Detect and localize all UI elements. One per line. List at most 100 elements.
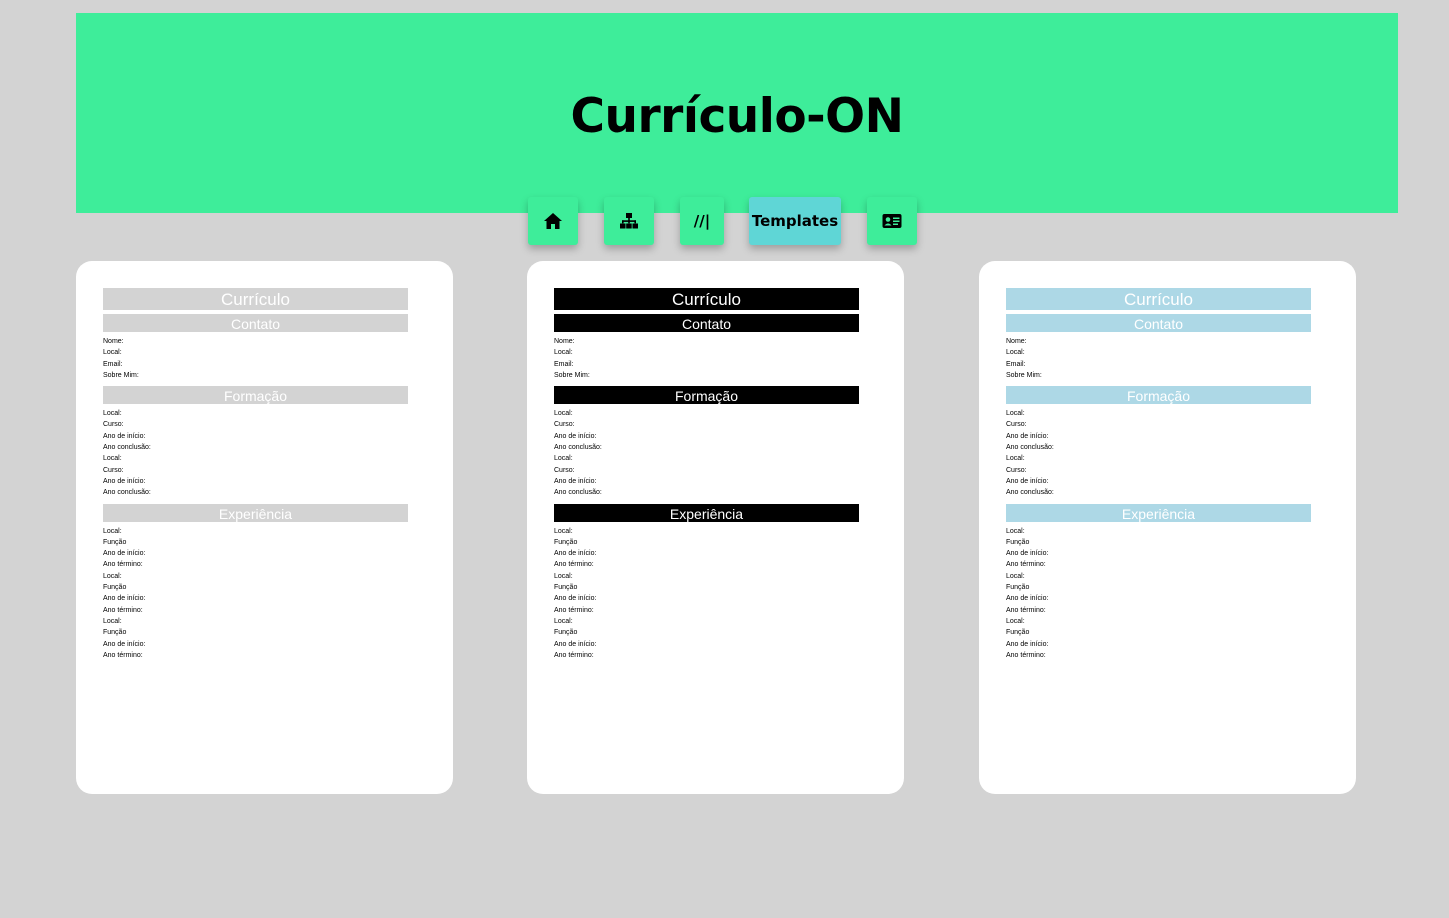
field-label: Função (1006, 538, 1030, 546)
field-label: Função (1006, 629, 1030, 637)
field-label: Ano de início: (554, 432, 597, 440)
home-button[interactable] (528, 197, 578, 245)
field-label: Local: (103, 455, 122, 463)
field-label: Nome: (1006, 338, 1027, 345)
contact-heading: Contato (1006, 314, 1311, 332)
field-label: Local: (1006, 455, 1025, 463)
contact-heading: Contato (554, 314, 859, 332)
page-title: Currículo-ON (570, 89, 904, 144)
field-label: Função (103, 584, 127, 592)
id-card-icon (882, 214, 902, 228)
field-label: Local: (1006, 527, 1025, 535)
field-label: Ano de início: (554, 477, 597, 485)
education-heading: Formação (1006, 386, 1311, 405)
sitemap-button[interactable] (604, 197, 654, 245)
field-label: Curso: (1006, 466, 1027, 474)
field-label: Curso: (103, 421, 124, 429)
field-label: Função (103, 538, 127, 546)
field-label: Ano de início: (554, 550, 597, 558)
field-label: Sobre Mim: (103, 371, 139, 379)
field-label: Local: (1006, 410, 1025, 418)
field-label: Ano término: (554, 651, 594, 659)
field-label: Ano término: (1006, 606, 1046, 614)
resume-preview: Currículo Contato Nome: Local: Email: Sobre M… (554, 288, 859, 661)
resume-title-bar: Currículo (103, 288, 408, 310)
template-card-gray[interactable]: Currículo Contato Nome: Local: Email: Sobre M… (76, 261, 453, 794)
field-label: Ano de início: (103, 432, 146, 440)
field-label: Ano de início: (1006, 595, 1049, 603)
field-label: Função (103, 629, 127, 637)
field-label: Ano conclusão: (554, 489, 602, 497)
slashes-label: //| (693, 212, 711, 230)
field-label: Curso: (554, 466, 575, 474)
field-label: Sobre Mim: (554, 371, 590, 379)
field-label: Nome: (103, 338, 124, 345)
field-label: Ano término: (103, 606, 143, 614)
field-label: Ano de início: (1006, 640, 1049, 648)
field-label: Local: (554, 455, 573, 463)
field-label: Local: (103, 527, 122, 535)
field-label: Local: (1006, 572, 1025, 580)
field-label: Função (554, 584, 578, 592)
field-label: Ano de início: (1006, 432, 1049, 440)
contact-heading: Contato (103, 314, 408, 332)
field-label: Email: (103, 360, 123, 368)
education-fields: Local: Curso: Ano de início: Ano conclusão:… (103, 408, 408, 498)
field-label: Local: (554, 410, 573, 418)
slashes-button[interactable]: //| (680, 197, 724, 245)
field-label: Local: (1006, 617, 1025, 625)
field-label: Ano término: (103, 651, 143, 659)
field-label: Local: (103, 349, 122, 357)
resume-title-bar: Currículo (554, 288, 859, 310)
field-label: Ano término: (1006, 651, 1046, 659)
field-label: Sobre Mim: (1006, 371, 1042, 379)
experience-fields: Local: Função Ano de início: Ano término: Lo… (554, 526, 859, 662)
field-label: Ano de início: (554, 640, 597, 648)
contact-fields: Nome: Local: Email: Sobre Mim: (1006, 336, 1311, 381)
field-label: Local: (103, 572, 122, 580)
education-heading: Formação (554, 386, 859, 405)
field-label: Curso: (103, 466, 124, 474)
experience-heading: Experiência (554, 503, 859, 522)
templates-label: Templates (751, 212, 839, 230)
field-label: Curso: (554, 421, 575, 429)
field-label: Ano de início: (103, 595, 146, 603)
experience-heading: Experiência (1006, 503, 1311, 522)
experience-heading: Experiência (103, 503, 408, 522)
field-label: Local: (554, 572, 573, 580)
field-label: Email: (554, 360, 574, 368)
experience-fields: Local: Função Ano de início: Ano término: Lo… (103, 526, 408, 662)
field-label: Ano de início: (1006, 550, 1049, 558)
home-icon (544, 213, 562, 229)
field-label: Ano conclusão: (554, 444, 602, 452)
field-label: Ano de início: (103, 477, 146, 485)
field-label: Nome: (554, 338, 575, 345)
field-label: Função (1006, 584, 1030, 592)
field-label: Ano de início: (1006, 477, 1049, 485)
field-label: Função (554, 629, 578, 637)
sitemap-icon (620, 213, 638, 229)
field-label: Ano conclusão: (103, 489, 151, 497)
education-fields: Local: Curso: Ano de início: Ano conclusão:… (554, 408, 859, 498)
templates-button[interactable]: Templates (749, 197, 841, 245)
field-label: Email: (1006, 360, 1026, 368)
field-label: Ano término: (103, 561, 143, 569)
contact-fields: Nome: Local: Email: Sobre Mim: (554, 336, 859, 381)
contact-button[interactable] (867, 197, 917, 245)
field-label: Ano término: (554, 561, 594, 569)
template-card-black[interactable]: Currículo Contato Nome: Local: Email: Sobre M… (527, 261, 904, 794)
field-label: Local: (103, 617, 122, 625)
field-label: Ano término: (554, 606, 594, 614)
header-banner: Currículo-ON (76, 13, 1398, 213)
field-label: Ano conclusão: (103, 444, 151, 452)
field-label: Curso: (1006, 421, 1027, 429)
field-label: Função (554, 538, 578, 546)
template-card-blue[interactable]: Currículo Contato Nome: Local: Email: Sobre M… (979, 261, 1356, 794)
field-label: Local: (103, 410, 122, 418)
field-label: Ano conclusão: (1006, 489, 1054, 497)
field-label: Local: (554, 617, 573, 625)
field-label: Local: (554, 349, 573, 357)
field-label: Ano término: (1006, 561, 1046, 569)
field-label: Ano de início: (103, 550, 146, 558)
field-label: Ano de início: (103, 640, 146, 648)
